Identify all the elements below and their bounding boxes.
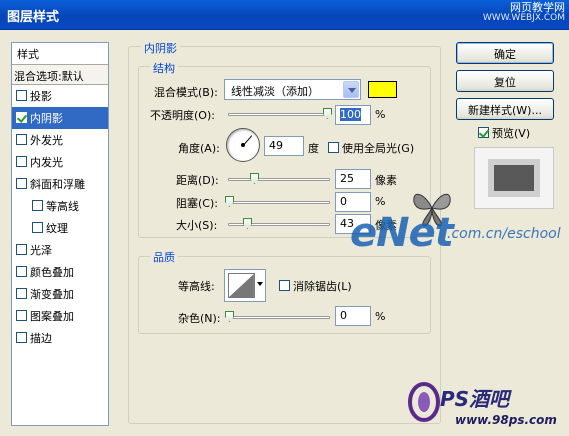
chevron-down-icon[interactable] — [343, 81, 359, 98]
enet-watermark-url: .com.cn/eschool — [447, 226, 561, 242]
opacity-slider[interactable] — [228, 108, 332, 119]
styles-list: 样式 混合选项:默认 投影内阴影外发光内发光斜面和浮雕等高线纹理光泽颜色叠加渐变… — [11, 42, 109, 426]
watermark-top: 网页教学网 WWW.WEBJX.COM — [483, 2, 565, 24]
opacity-input[interactable]: 100 — [335, 105, 371, 125]
enet-watermark: eNet — [350, 210, 454, 256]
style-item-checkbox[interactable] — [16, 112, 27, 123]
blend-options-item[interactable]: 混合选项:默认 — [12, 65, 108, 85]
style-item-label: 外发光 — [30, 134, 63, 147]
chevron-down-icon[interactable] — [257, 282, 263, 286]
style-item[interactable]: 描边 — [12, 327, 108, 349]
distance-label: 距离(D): — [176, 174, 219, 187]
angle-unit: 度 — [308, 142, 319, 155]
contour-picker[interactable] — [224, 269, 266, 302]
window-title: 图层样式 — [7, 10, 60, 25]
style-item-label: 纹理 — [46, 222, 68, 235]
distance-unit: 像素 — [375, 174, 397, 187]
style-item-label: 图案叠加 — [30, 310, 74, 323]
opacity-unit: % — [375, 108, 386, 121]
style-item[interactable]: 渐变叠加 — [12, 283, 108, 305]
style-item-checkbox[interactable] — [16, 90, 27, 101]
size-label: 大小(S): — [176, 219, 218, 232]
style-item[interactable]: 颜色叠加 — [12, 261, 108, 283]
style-item[interactable]: 纹理 — [12, 217, 108, 239]
style-item-label: 斜面和浮雕 — [30, 178, 85, 191]
blend-mode-label: 混合模式(B): — [154, 86, 218, 99]
opacity-label: 不透明度(O): — [150, 109, 215, 122]
style-item[interactable]: 内阴影 — [12, 107, 108, 129]
distance-input[interactable]: 25 — [335, 169, 371, 189]
global-light-box[interactable] — [328, 142, 339, 153]
contour-curve-icon — [228, 273, 255, 298]
noise-slider[interactable] — [225, 311, 330, 322]
style-item[interactable]: 斜面和浮雕 — [12, 173, 108, 195]
size-slider[interactable] — [228, 218, 330, 229]
ps-watermark: PS酒吧 — [440, 387, 510, 411]
style-item-checkbox[interactable] — [32, 200, 43, 211]
new-style-button[interactable]: 新建样式(W)... — [456, 98, 554, 120]
antialias-box[interactable] — [279, 280, 290, 291]
style-item-checkbox[interactable] — [16, 178, 27, 189]
opacity-value: 100 — [340, 108, 361, 121]
style-item[interactable]: 光泽 — [12, 239, 108, 261]
preview-label: 预览(V) — [492, 127, 531, 140]
quality-title: 品质 — [150, 249, 178, 265]
blend-mode-select[interactable]: 线性减淡（添加） — [224, 79, 361, 100]
style-item-checkbox[interactable] — [16, 288, 27, 299]
angle-input[interactable]: 49 — [264, 136, 304, 156]
watermark-top-line1: 网页教学网 — [510, 1, 565, 14]
style-item[interactable]: 投影 — [12, 85, 108, 107]
style-item-label: 投影 — [30, 90, 52, 103]
choke-input[interactable]: 0 — [335, 192, 371, 212]
inner-shadow-title: 内阴影 — [141, 40, 180, 56]
style-item-checkbox[interactable] — [16, 332, 27, 343]
ps-logo-icon — [408, 382, 440, 422]
preview-box[interactable] — [478, 127, 489, 138]
style-item-checkbox[interactable] — [16, 244, 27, 255]
styles-header[interactable]: 样式 — [12, 43, 108, 65]
preview-thumbnail — [474, 147, 554, 209]
shadow-color-swatch[interactable] — [368, 81, 397, 98]
title-bar: 图层样式 网页教学网 WWW.WEBJX.COM — [0, 0, 569, 30]
style-item-label: 内阴影 — [30, 112, 63, 125]
noise-input[interactable]: 0 — [335, 306, 371, 326]
watermark-top-line2: WWW.WEBJX.COM — [482, 13, 565, 23]
ok-button[interactable]: 确定 — [456, 42, 554, 64]
style-item-label: 光泽 — [30, 244, 52, 257]
global-light-checkbox[interactable]: 使用全局光(G) — [328, 140, 414, 156]
style-item-label: 内发光 — [30, 156, 63, 169]
noise-label: 杂色(N): — [178, 312, 221, 325]
choke-label: 阻塞(C): — [176, 197, 218, 210]
style-item[interactable]: 内发光 — [12, 151, 108, 173]
contour-label: 等高线: — [178, 280, 215, 293]
style-item[interactable]: 等高线 — [12, 195, 108, 217]
angle-dial[interactable] — [226, 128, 260, 162]
style-item-checkbox[interactable] — [16, 310, 27, 321]
noise-unit: % — [375, 310, 386, 323]
blend-mode-value: 线性减淡（添加） — [231, 85, 319, 98]
structure-title: 结构 — [150, 60, 178, 76]
choke-slider[interactable] — [225, 196, 330, 207]
style-item-label: 渐变叠加 — [30, 288, 74, 301]
angle-label: 角度(A): — [178, 142, 220, 155]
distance-slider[interactable] — [228, 173, 330, 184]
antialias-checkbox[interactable]: 消除锯齿(L) — [279, 278, 352, 294]
preview-checkbox[interactable]: 预览(V) — [478, 125, 530, 141]
antialias-label: 消除锯齿(L) — [293, 280, 352, 293]
style-item[interactable]: 外发光 — [12, 129, 108, 151]
global-light-label: 使用全局光(G) — [342, 142, 415, 155]
style-item-checkbox[interactable] — [16, 266, 27, 277]
style-item-label: 颜色叠加 — [30, 266, 74, 279]
style-item-checkbox[interactable] — [16, 156, 27, 167]
choke-unit: % — [375, 195, 386, 208]
ps-watermark-url: www.98ps.com — [455, 413, 557, 427]
style-item-label: 等高线 — [46, 200, 79, 213]
style-item-checkbox[interactable] — [16, 134, 27, 145]
style-item-checkbox[interactable] — [32, 222, 43, 233]
reset-button[interactable]: 复位 — [456, 70, 554, 92]
style-item-label: 描边 — [30, 332, 52, 345]
style-item[interactable]: 图案叠加 — [12, 305, 108, 327]
